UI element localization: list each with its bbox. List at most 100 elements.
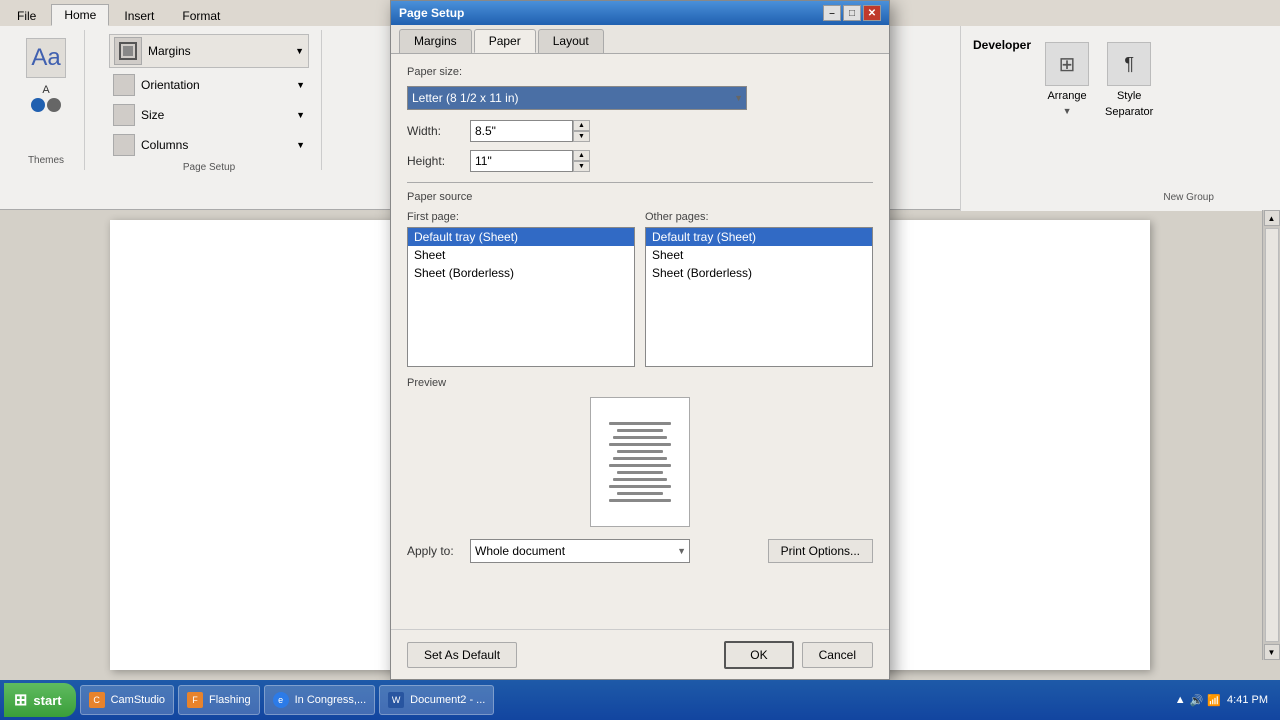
start-button[interactable]: ⊞ start [4,683,76,717]
taskbar-right: ▲ 🔊 📶 4:41 PM [1175,694,1276,707]
preview-section: Preview [407,377,873,527]
cancel-button[interactable]: Cancel [802,642,873,668]
scroll-up-button[interactable]: ▲ [1264,210,1280,226]
first-page-item-1[interactable]: Sheet [408,246,634,264]
width-up-button[interactable]: ▲ [573,120,590,131]
arrange-button[interactable]: ⊞ Arrange ▼ [1045,42,1089,118]
preview-line-1 [609,422,671,425]
first-page-item-2[interactable]: Sheet (Borderless) [408,264,634,282]
developer-tab-label: Developer [969,34,1035,56]
new-group-label: New Group [1163,192,1214,203]
width-row: Width: ▲ ▼ [407,120,873,142]
width-spinner: ▲ ▼ [470,120,590,142]
minimize-button[interactable]: – [823,5,841,21]
taskbar-item-flashing[interactable]: F Flashing [178,685,260,715]
preview-label: Preview [407,377,873,389]
dialog-title: Page Setup [399,6,464,20]
ribbon-group-themes: Aa A Themes [8,30,85,170]
other-pages-item-2[interactable]: Sheet (Borderless) [646,264,872,282]
taskbar: ⊞ start C CamStudio F Flashing e In Cong… [0,680,1280,720]
scroll-thumb[interactable] [1265,228,1279,642]
preview-line-2 [617,429,664,432]
orientation-button[interactable]: Orientation ▼ [109,72,309,98]
tab-margins[interactable]: Margins [399,29,472,53]
tab-layout[interactable]: Layout [538,29,604,53]
themes-group-label: Themes [28,151,64,166]
start-label: start [33,693,61,708]
height-row: Height: ▲ ▼ [407,150,873,172]
width-spinner-buttons: ▲ ▼ [572,120,590,142]
apply-row: Apply to: Whole document This section Th… [407,539,873,563]
other-pages-item-1[interactable]: Sheet [646,246,872,264]
flashing-icon: F [187,692,203,708]
tab-format[interactable]: Format [169,5,233,26]
preview-line-3 [613,436,668,439]
page-setup-dialog: Page Setup – □ ✕ Margins Paper Layout Pa… [390,0,890,680]
preview-line-6 [613,457,668,460]
dialog-body: Paper size: Letter (8 1/2 x 11 in) A4 Le… [391,54,889,575]
ok-button[interactable]: OK [724,641,793,669]
tab-file[interactable]: File [4,5,49,26]
paper-size-section-label: Paper size: [407,66,873,78]
page-setup-group-label: Page Setup [183,158,235,173]
source-columns: First page: Default tray (Sheet) Sheet S… [407,211,873,367]
tab-insert[interactable]: Insert [111,5,167,26]
apply-to-label: Apply to: [407,544,462,558]
first-page-label: First page: [407,211,635,223]
themes-button[interactable]: Aa A [20,34,72,116]
height-down-button[interactable]: ▼ [573,161,590,172]
tab-paper[interactable]: Paper [474,29,536,53]
dialog-titlebar: Page Setup – □ ✕ [391,1,889,25]
vertical-scrollbar: ▲ ▼ [1262,210,1280,660]
maximize-button[interactable]: □ [843,5,861,21]
columns-button[interactable]: Columns ▼ [109,132,309,158]
preview-box [590,397,690,527]
tab-home[interactable]: Home [51,4,109,26]
height-up-button[interactable]: ▲ [573,150,590,161]
paper-size-dropdown-wrapper: Letter (8 1/2 x 11 in) A4 Legal [407,86,747,110]
dialog-titlebar-buttons: – □ ✕ [823,5,881,21]
print-options-button[interactable]: Print Options... [768,539,873,563]
scroll-down-button[interactable]: ▼ [1264,644,1280,660]
close-button[interactable]: ✕ [863,5,881,21]
paper-size-row: Letter (8 1/2 x 11 in) A4 Legal [407,86,873,110]
columns-icon [113,134,135,156]
style-separator-button[interactable]: ¶ Style Separator [1105,42,1153,118]
margins-button[interactable]: Margins ▼ [109,34,309,68]
word-icon: W [388,692,404,708]
system-tray: ▲ 🔊 📶 [1175,694,1221,707]
apply-to-dropdown-wrapper: Whole document This section This point f… [470,539,690,563]
first-page-item-0[interactable]: Default tray (Sheet) [408,228,634,246]
themes-icon: Aa [26,38,66,78]
taskbar-item-word[interactable]: W Document2 - ... [379,685,494,715]
preview-line-10 [609,485,671,488]
other-pages-item-0[interactable]: Default tray (Sheet) [646,228,872,246]
margins-icon [114,37,142,65]
preview-line-12 [609,499,671,502]
first-page-col: First page: Default tray (Sheet) Sheet S… [407,211,635,367]
height-spinner: ▲ ▼ [470,150,590,172]
camstudio-label: CamStudio [111,694,165,706]
size-button[interactable]: Size ▼ [109,102,309,128]
clock: 4:41 PM [1227,694,1268,706]
first-page-listbox[interactable]: Default tray (Sheet) Sheet Sheet (Border… [407,227,635,367]
browser-label: In Congress,... [295,694,367,706]
style-separator-icon: ¶ [1107,42,1151,86]
width-down-button[interactable]: ▼ [573,131,590,142]
height-label: Height: [407,154,462,168]
word-label: Document2 - ... [410,694,485,706]
arrange-icon: ⊞ [1045,42,1089,86]
browser-icon: e [273,692,289,708]
taskbar-item-browser[interactable]: e In Congress,... [264,685,376,715]
flashing-label: Flashing [209,694,251,706]
paper-source-label: Paper source [407,191,873,203]
other-pages-listbox[interactable]: Default tray (Sheet) Sheet Sheet (Border… [645,227,873,367]
start-orb-icon: ⊞ [14,690,27,710]
apply-to-select[interactable]: Whole document This section This point f… [470,539,690,563]
taskbar-item-camstudio[interactable]: C CamStudio [80,685,174,715]
paper-size-select[interactable]: Letter (8 1/2 x 11 in) A4 Legal [407,86,747,110]
ribbon-group-page-setup: Margins ▼ Orientation ▼ Size ▼ Columns ▼ [97,30,322,170]
set-as-default-button[interactable]: Set As Default [407,642,517,668]
paper-source-section: Paper source First page: Default tray (S… [407,191,873,367]
preview-line-8 [617,471,664,474]
